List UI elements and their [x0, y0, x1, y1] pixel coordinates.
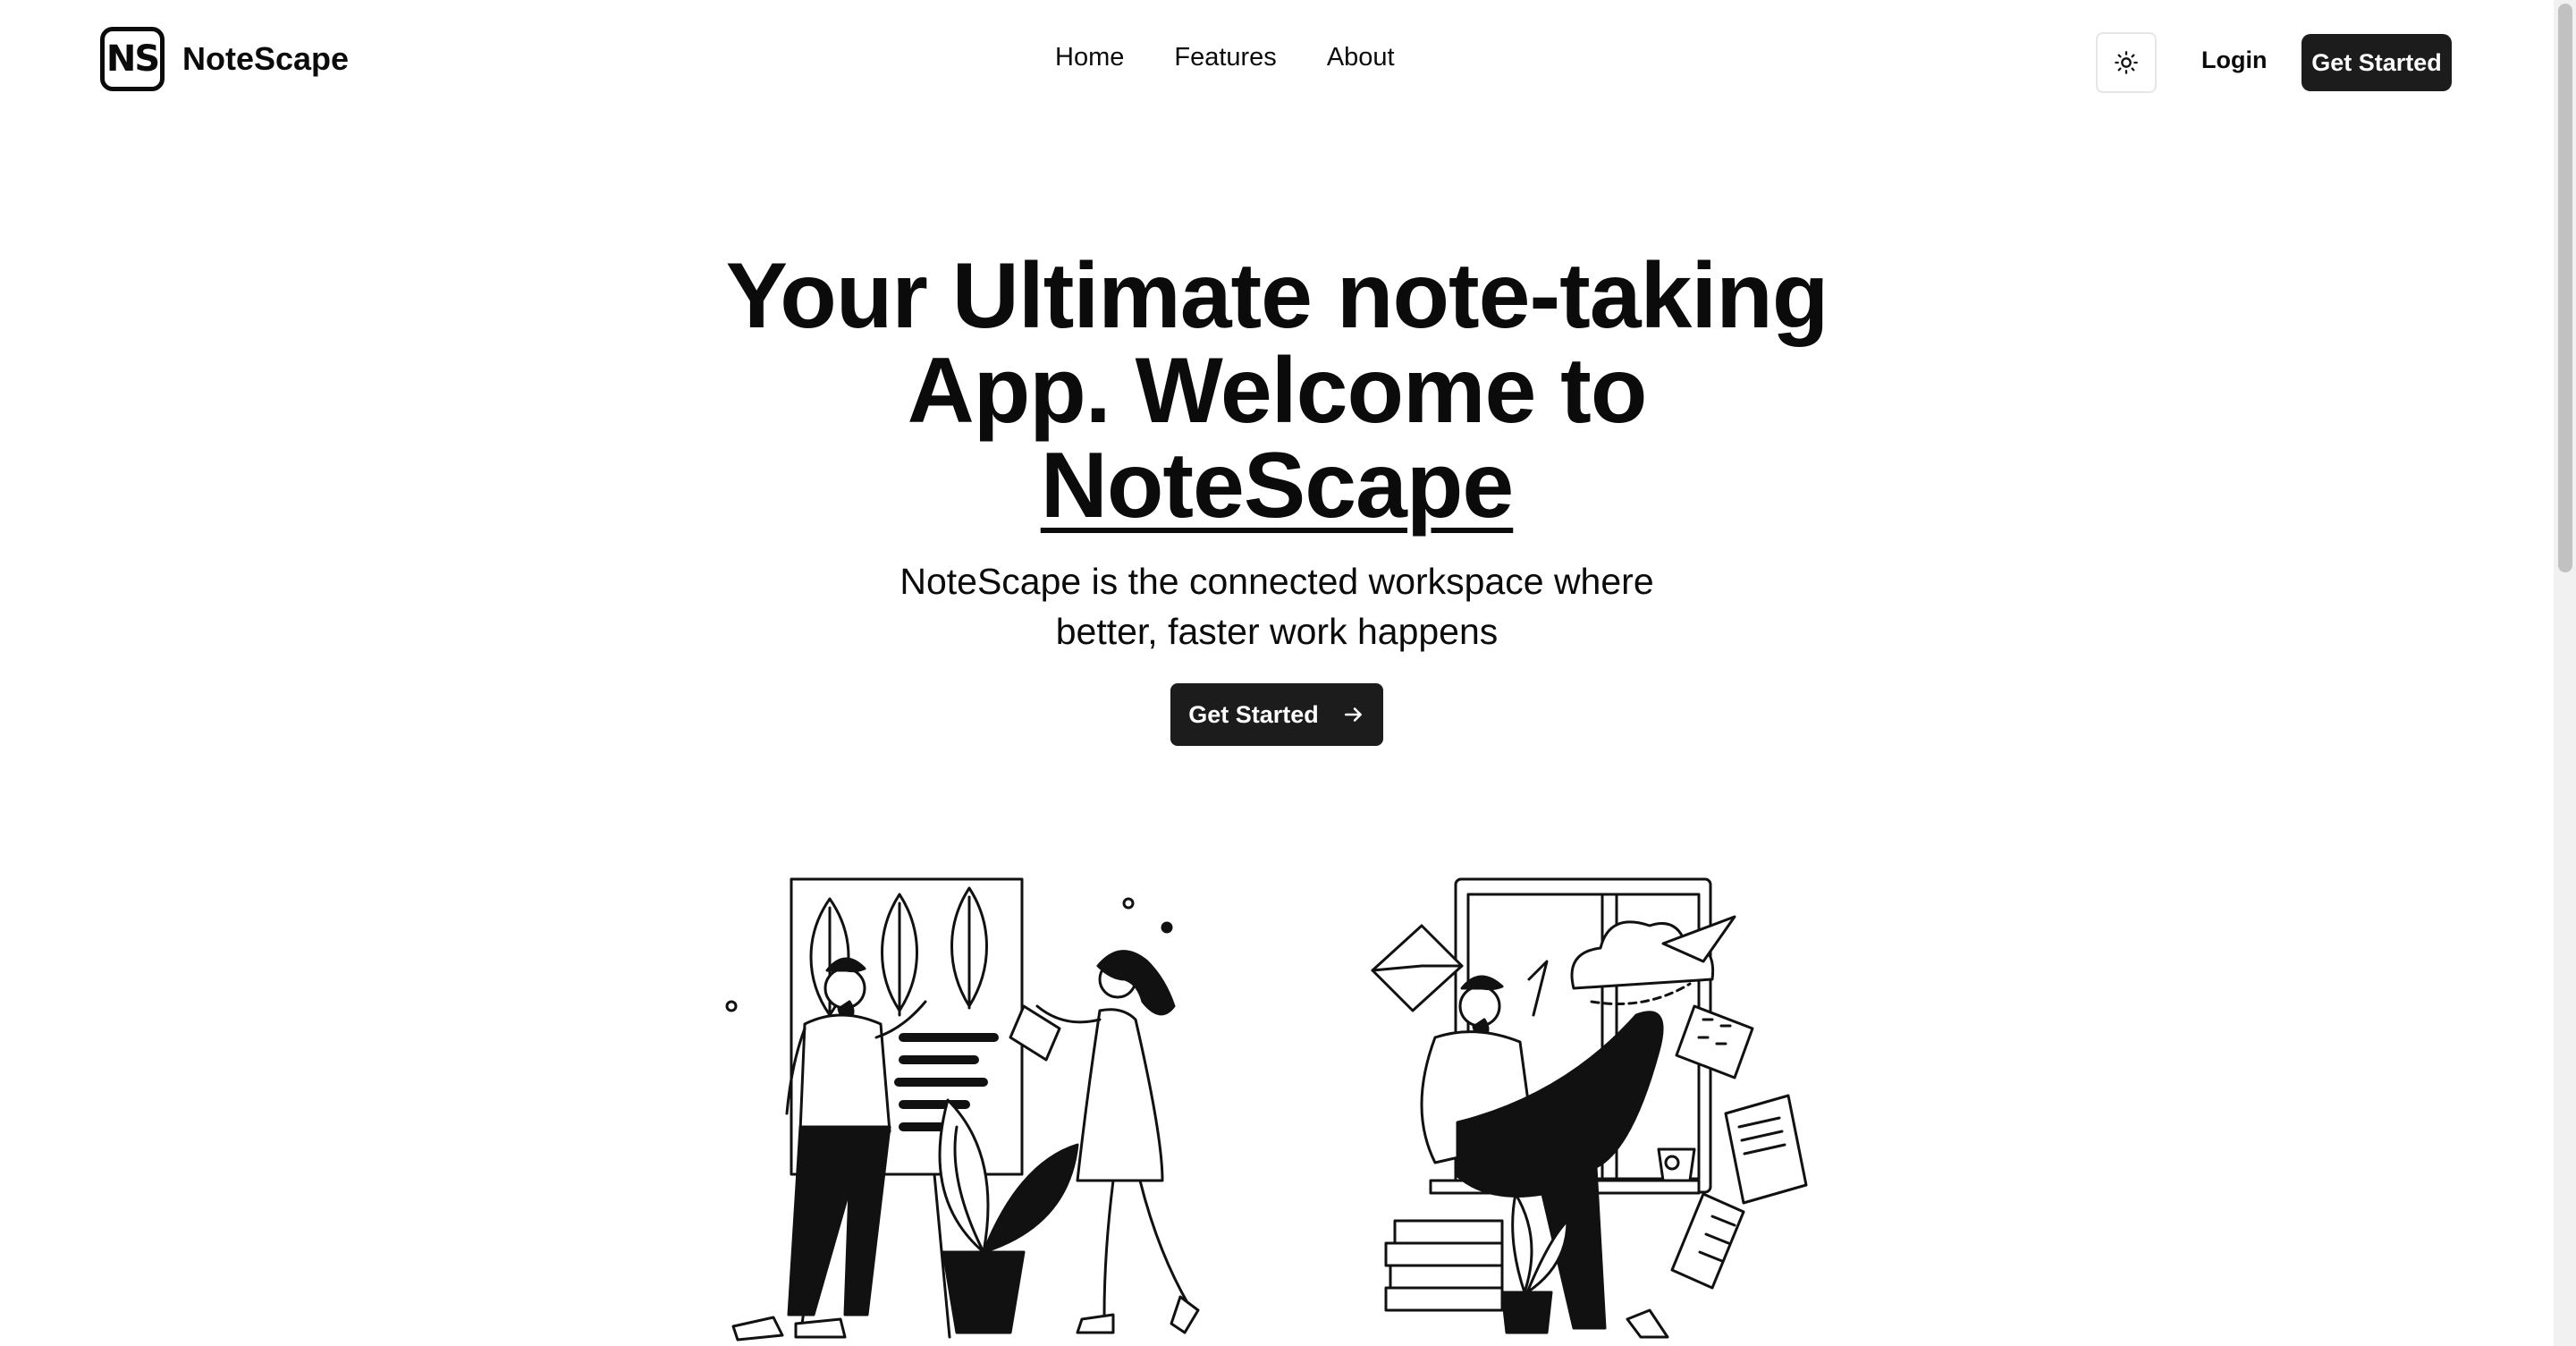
sun-icon [2115, 51, 2138, 74]
arrow-right-icon [1344, 707, 1362, 722]
hero-cta-label: Get Started [1188, 700, 1319, 728]
hero-title-line1: Your Ultimate note-taking [725, 244, 1829, 348]
hero-title-line2: App. Welcome to [907, 339, 1648, 443]
hero-get-started-button[interactable]: Get Started [1170, 683, 1383, 746]
hero-title: Your Ultimate note-taking App. Welcome t… [651, 249, 1903, 533]
man-reading-phone-illustration [1371, 877, 1808, 1339]
hero-subtitle-line1: NoteScape is the connected workspace whe… [899, 561, 1654, 602]
hero: Your Ultimate note-taking App. Welcome t… [0, 249, 2554, 746]
nav-link-about[interactable]: About [1327, 43, 1395, 72]
nav-link-features[interactable]: Features [1174, 43, 1276, 72]
nav-get-started-button[interactable]: Get Started [2302, 34, 2452, 91]
logo-text: NoteScape [182, 40, 350, 77]
navbar: NS NoteScape Home Features About Login G… [0, 0, 2554, 127]
logo[interactable]: NS NoteScape [100, 27, 349, 91]
scrollbar-thumb[interactable] [2558, 4, 2572, 572]
login-button[interactable]: Login [2201, 47, 2267, 74]
logo-mark: NS [100, 27, 165, 91]
nav-links: Home Features About [1055, 43, 1395, 72]
hero-title-brand: NoteScape [1040, 434, 1515, 538]
nav-link-home[interactable]: Home [1055, 43, 1124, 72]
people-painting-illustration [725, 877, 1200, 1342]
theme-toggle-button[interactable] [2096, 32, 2157, 93]
hero-subtitle-line2: better, faster work happens [1055, 611, 1499, 652]
hero-subtitle: NoteScape is the connected workspace whe… [874, 556, 1679, 656]
